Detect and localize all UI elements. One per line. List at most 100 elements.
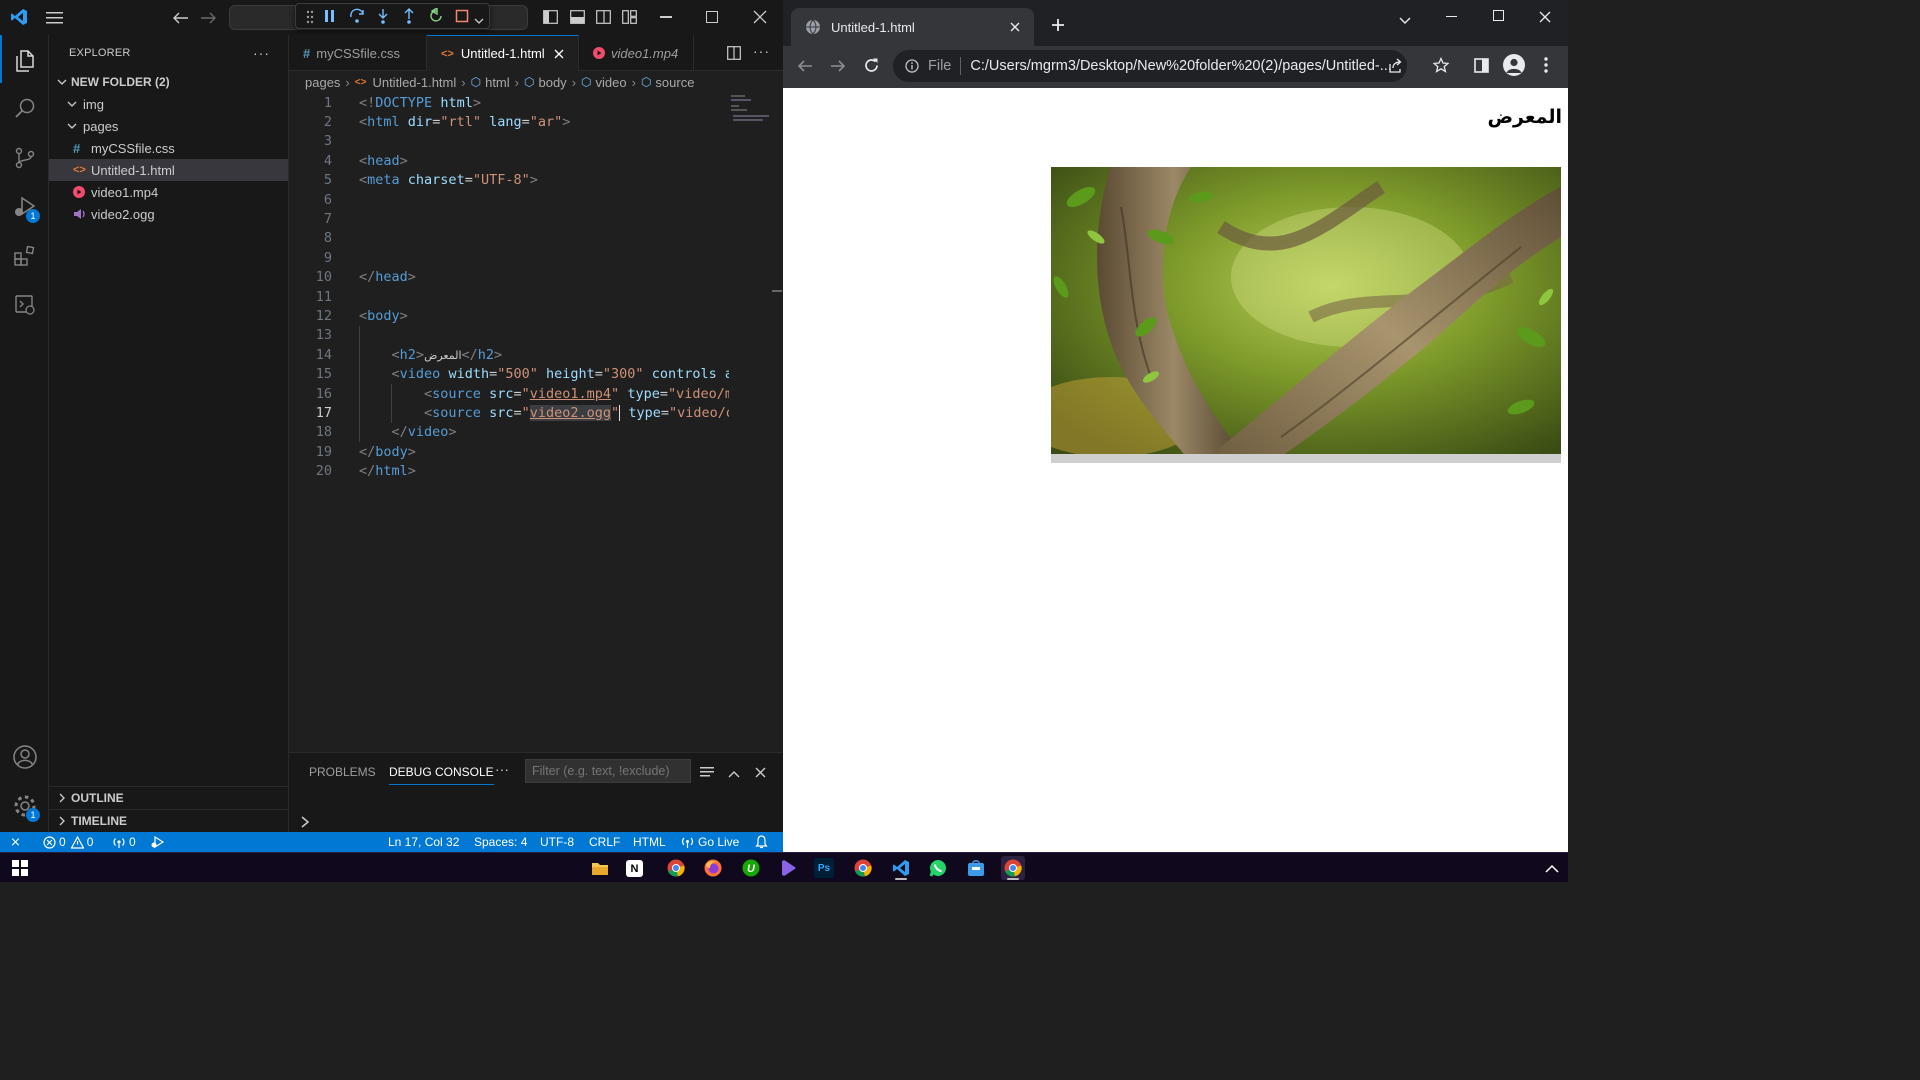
tree-item-video1[interactable]: video1.mp4 bbox=[49, 181, 288, 203]
explorer-icon[interactable] bbox=[0, 37, 49, 85]
video-player[interactable] bbox=[1051, 167, 1561, 463]
firefox-icon[interactable] bbox=[701, 856, 725, 880]
chrome-maximize-icon[interactable] bbox=[1493, 10, 1504, 21]
remote-indicator-icon[interactable]: ⨯ bbox=[10, 832, 21, 852]
breadcrumb-item[interactable]: body bbox=[538, 75, 566, 90]
chrome-close-icon[interactable] bbox=[1539, 10, 1551, 23]
manage-gear-icon[interactable]: 1 bbox=[0, 782, 49, 830]
cursor-position[interactable]: Ln 17, Col 32 bbox=[388, 832, 459, 852]
tree-item-html[interactable]: <> Untitled-1.html bbox=[49, 159, 288, 181]
bookmark-star-icon[interactable] bbox=[1432, 56, 1450, 73]
go-live-button[interactable]: Go Live bbox=[681, 832, 739, 852]
encoding[interactable]: UTF-8 bbox=[540, 832, 574, 852]
maximize-panel-icon[interactable] bbox=[728, 765, 740, 778]
restart-icon[interactable] bbox=[428, 6, 444, 24]
close-window-icon[interactable] bbox=[753, 10, 767, 24]
tab-debug-console[interactable]: DEBUG CONSOLE bbox=[389, 765, 494, 785]
tree-item-css[interactable]: # myCSSfile.css bbox=[49, 137, 288, 159]
tab-search-chevron-icon[interactable] bbox=[1399, 12, 1411, 24]
extensions-icon[interactable] bbox=[0, 232, 49, 280]
close-tab-icon[interactable] bbox=[1010, 22, 1020, 32]
reload-icon[interactable] bbox=[863, 57, 880, 74]
more-actions-icon[interactable]: ··· bbox=[253, 45, 270, 61]
vscode-taskbar-icon[interactable] bbox=[889, 856, 913, 880]
tree-item-img[interactable]: img bbox=[49, 93, 288, 115]
breadcrumb-item[interactable]: html bbox=[485, 75, 510, 90]
file-explorer-icon[interactable] bbox=[588, 856, 612, 880]
video-controls-bar[interactable] bbox=[1051, 454, 1561, 463]
breadcrumb-item[interactable]: video bbox=[596, 75, 627, 90]
debug-filter-input[interactable] bbox=[525, 759, 691, 783]
pause-icon[interactable] bbox=[324, 9, 338, 25]
minimap[interactable] bbox=[729, 93, 773, 133]
source-control-icon[interactable] bbox=[0, 134, 49, 182]
chrome-profile-icon[interactable] bbox=[851, 856, 875, 880]
notifications-bell-icon[interactable] bbox=[755, 832, 768, 852]
chrome-icon[interactable] bbox=[664, 856, 688, 880]
share-icon[interactable] bbox=[1387, 58, 1403, 74]
chrome-active-icon[interactable] bbox=[1001, 856, 1025, 880]
debug-launch-icon[interactable] bbox=[150, 832, 166, 852]
tab-video1[interactable]: video1.mp4 bbox=[579, 35, 694, 71]
stop-icon[interactable] bbox=[455, 9, 469, 23]
windows-start-icon[interactable] bbox=[8, 856, 32, 880]
toggle-secondary-sidebar-icon[interactable] bbox=[596, 10, 611, 24]
tab-untitled-1[interactable]: <> Untitled-1.html bbox=[427, 35, 579, 71]
forward-icon[interactable] bbox=[830, 58, 846, 74]
remote-explorer-icon[interactable] bbox=[0, 281, 49, 329]
close-panel-icon[interactable] bbox=[755, 765, 766, 778]
new-tab-icon[interactable] bbox=[1051, 18, 1065, 32]
outline-section[interactable]: OUTLINE bbox=[49, 786, 288, 808]
step-over-icon[interactable] bbox=[349, 8, 365, 24]
tree-item-pages[interactable]: pages bbox=[49, 115, 288, 137]
whatsapp-icon[interactable] bbox=[926, 856, 950, 880]
photoshop-icon[interactable]: Ps bbox=[814, 858, 834, 878]
minimize-icon[interactable] bbox=[660, 16, 672, 18]
step-into-icon[interactable] bbox=[376, 8, 390, 24]
address-bar[interactable]: File C:/Users/mgrm3/Desktop/New%20folder… bbox=[893, 50, 1407, 82]
accounts-icon[interactable] bbox=[0, 733, 49, 781]
folder-root[interactable]: NEW FOLDER (2) bbox=[49, 71, 288, 93]
console-prompt-icon[interactable] bbox=[301, 815, 311, 828]
close-tab-icon[interactable] bbox=[554, 49, 564, 59]
indentation[interactable]: Spaces: 4 bbox=[474, 832, 527, 852]
editor-more-icon[interactable]: ··· bbox=[753, 43, 770, 59]
problems-indicator[interactable]: 0 0 bbox=[43, 832, 93, 852]
menu-icon[interactable] bbox=[46, 10, 64, 26]
upwork-icon[interactable]: U bbox=[739, 856, 763, 880]
step-out-icon[interactable] bbox=[402, 8, 416, 24]
notion-icon[interactable]: N bbox=[626, 860, 643, 877]
breadcrumb-item[interactable]: pages bbox=[305, 75, 340, 90]
customize-layout-icon[interactable] bbox=[622, 10, 637, 24]
toggle-primary-sidebar-icon[interactable] bbox=[543, 10, 558, 24]
profile-avatar-icon[interactable] bbox=[1503, 54, 1525, 76]
chrome-minimize-icon[interactable] bbox=[1446, 16, 1457, 17]
run-debug-icon[interactable]: 1 bbox=[0, 183, 49, 231]
split-editor-icon[interactable] bbox=[727, 46, 741, 60]
media-player-icon[interactable] bbox=[776, 856, 800, 880]
store-icon[interactable] bbox=[964, 856, 988, 880]
drag-handle-icon[interactable] bbox=[306, 10, 314, 24]
scrollbar[interactable] bbox=[772, 290, 782, 292]
end-of-line[interactable]: CRLF bbox=[589, 832, 620, 852]
clear-console-icon[interactable] bbox=[700, 765, 714, 777]
panel-more-icon[interactable]: ··· bbox=[495, 761, 509, 777]
toggle-panel-icon[interactable] bbox=[570, 10, 585, 24]
chrome-menu-icon[interactable] bbox=[1544, 57, 1548, 73]
tree-item-video2[interactable]: video2.ogg bbox=[49, 203, 288, 225]
code-editor[interactable]: 1 <!DOCTYPE html> 2 <html dir="rtl" lang="… bbox=[289, 93, 783, 752]
search-icon[interactable] bbox=[0, 85, 49, 133]
tab-problems[interactable]: PROBLEMS bbox=[309, 765, 376, 779]
back-icon[interactable] bbox=[797, 58, 813, 74]
tab-mycssfile[interactable]: # myCSSfile.css bbox=[289, 35, 427, 71]
side-panel-icon[interactable] bbox=[1474, 58, 1489, 73]
tray-overflow-chevron-icon[interactable] bbox=[1540, 856, 1564, 880]
language-mode[interactable]: HTML bbox=[633, 832, 666, 852]
breadcrumb-item[interactable]: Untitled-1.html bbox=[372, 75, 456, 90]
chrome-tab[interactable]: Untitled-1.html bbox=[791, 8, 1034, 46]
back-arrow-icon[interactable] bbox=[172, 9, 190, 27]
timeline-section[interactable]: TIMELINE bbox=[49, 809, 288, 831]
breadcrumb-item[interactable]: source bbox=[655, 75, 694, 90]
maximize-icon[interactable] bbox=[706, 11, 718, 23]
stop-dropdown-icon[interactable] bbox=[474, 12, 484, 24]
